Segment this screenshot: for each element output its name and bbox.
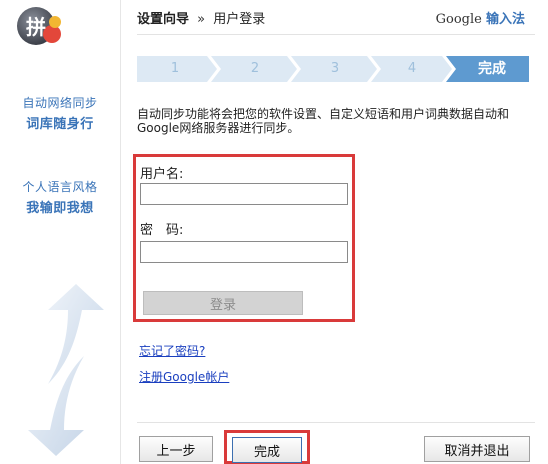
feature-style-line1: 个人语言风格: [22, 180, 98, 194]
login-button[interactable]: 登录: [143, 291, 303, 315]
password-input[interactable]: [140, 241, 348, 263]
forgot-password-link[interactable]: 忘记了密码?: [139, 342, 205, 359]
step-3: 3: [330, 61, 340, 76]
wizard-subtitle: 用户登录: [213, 12, 266, 27]
sync-description: 自动同步功能将会把您的软件设置、自定义短语和用户词典数据自动和Google网络服…: [137, 107, 510, 135]
username-label: 用户名:: [140, 167, 184, 182]
footer-divider: [137, 422, 535, 423]
register-google-account-link[interactable]: 注册Google帐户: [139, 368, 229, 385]
previous-button[interactable]: 上一步: [139, 436, 213, 462]
step-done: 完成: [478, 61, 506, 77]
feature-sync-line1: 自动网络同步: [22, 96, 98, 110]
step-1: 1: [170, 61, 180, 76]
step-indicator: 1 2 3 4 完成: [137, 56, 529, 82]
username-input[interactable]: [140, 183, 348, 205]
logo-character: 拼: [26, 15, 46, 39]
step-2: 2: [250, 61, 260, 76]
cancel-exit-button[interactable]: 取消并退出: [424, 436, 530, 462]
done-button[interactable]: 完成: [232, 437, 302, 463]
brand-google: Google: [435, 12, 482, 27]
header-divider: [137, 34, 535, 35]
step-4: 4: [407, 61, 417, 76]
feature-sync: 自动网络同步 词库随身行: [0, 92, 120, 136]
brand-label: Google 输入法: [436, 8, 525, 27]
sync-arrows-icon: [18, 280, 114, 460]
done-button-highlight: 完成: [224, 430, 310, 464]
login-form: 用户名: 密 码: 登录: [133, 154, 355, 322]
feature-style-line2: 我输即我想: [26, 201, 94, 216]
wizard-header: 设置向导 » 用户登录 Google 输入法: [137, 8, 537, 30]
pinyin-logo-icon: 拼: [12, 4, 62, 48]
feature-style: 个人语言风格 我输即我想: [0, 176, 120, 220]
feature-sync-line2: 词库随身行: [26, 117, 94, 132]
password-label: 密 码:: [140, 223, 184, 238]
setup-wizard-window: 拼 自动网络同步 词库随身行 个人语言风格 我输即我想 设置向导 » 用户登录 …: [0, 0, 548, 464]
breadcrumb-separator: »: [197, 12, 206, 27]
brand-ime: 输入法: [485, 12, 525, 27]
wizard-title: 设置向导: [137, 12, 190, 27]
sidebar: 拼 自动网络同步 词库随身行 个人语言风格 我输即我想: [0, 0, 121, 464]
